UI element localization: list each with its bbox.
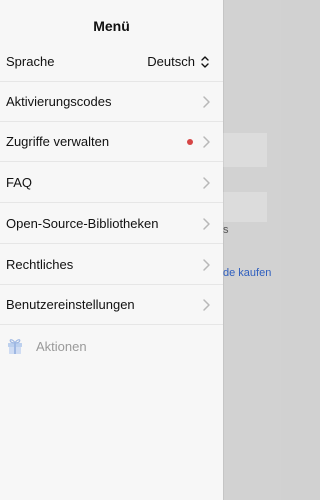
menu-item-zugriffe-verwalten[interactable]: Zugriffe verwalten bbox=[0, 122, 223, 162]
gift-icon bbox=[6, 337, 24, 355]
chevron-right-icon bbox=[201, 298, 211, 312]
menu-item-aktivierungscodes[interactable]: Aktivierungscodes bbox=[0, 82, 223, 122]
chevron-right-icon bbox=[201, 95, 211, 109]
menu-item-label: Rechtliches bbox=[6, 257, 74, 272]
language-label: Sprache bbox=[6, 54, 55, 69]
menu-item-benutzereinstellungen[interactable]: Benutzereinstellungen bbox=[0, 285, 223, 325]
background-field bbox=[223, 133, 267, 167]
menu-item-label: Benutzereinstellungen bbox=[6, 297, 135, 312]
chevron-right-icon bbox=[201, 258, 211, 272]
background-text: s bbox=[223, 224, 229, 236]
language-value: Deutsch bbox=[147, 54, 195, 69]
background-link[interactable]: de kaufen bbox=[223, 267, 271, 279]
chevron-right-icon bbox=[201, 217, 211, 231]
language-selector[interactable]: Sprache Deutsch bbox=[0, 42, 223, 82]
menu-item-label: Aktivierungscodes bbox=[6, 94, 112, 109]
notification-dot bbox=[187, 138, 193, 145]
chevron-updown-icon bbox=[199, 55, 211, 69]
menu-item-label: FAQ bbox=[6, 175, 33, 190]
menu-item-aktionen[interactable]: Aktionen bbox=[0, 326, 223, 366]
background-field bbox=[223, 192, 267, 222]
chevron-right-icon bbox=[201, 135, 211, 149]
menu-item-rechtliches[interactable]: Rechtliches bbox=[0, 245, 223, 285]
menu-item-label: Open-Source-Bibliotheken bbox=[6, 216, 159, 231]
menu-item-open-source-bibliotheken[interactable]: Open-Source-Bibliotheken bbox=[0, 204, 223, 244]
aktionen-label: Aktionen bbox=[36, 338, 87, 354]
menu-item-faq[interactable]: FAQ bbox=[0, 163, 223, 203]
side-menu-drawer: Menü Sprache Deutsch Aktivierungscodes Z… bbox=[0, 0, 223, 500]
menu-item-label: Zugriffe verwalten bbox=[6, 134, 110, 149]
chevron-right-icon bbox=[201, 176, 211, 190]
